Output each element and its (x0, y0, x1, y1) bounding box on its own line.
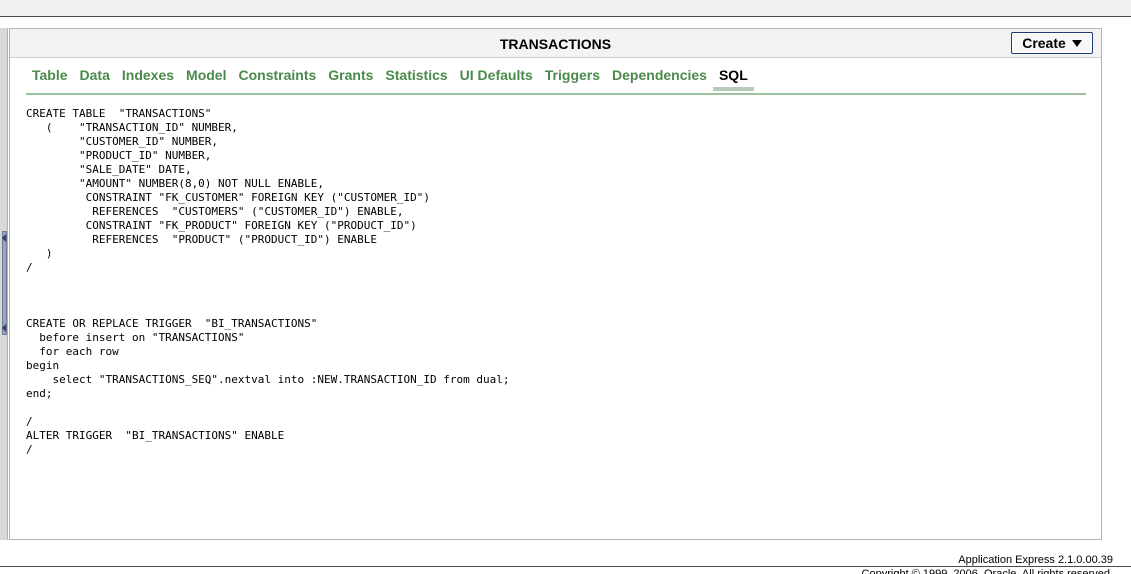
tab-dependencies[interactable]: Dependencies (606, 67, 713, 91)
top-band (0, 0, 1131, 17)
tab-grants[interactable]: Grants (322, 67, 379, 91)
tab-constraints[interactable]: Constraints (232, 67, 322, 91)
tab-statistics[interactable]: Statistics (379, 67, 453, 91)
tab-triggers[interactable]: Triggers (539, 67, 606, 91)
object-details-panel: TRANSACTIONS Create Table Data Indexes M… (9, 28, 1102, 540)
version-text: Application Express 2.1.0.00.39 (958, 554, 1113, 566)
panel-header: TRANSACTIONS Create (10, 29, 1101, 58)
caret-down-icon (1071, 39, 1082, 47)
footer-divider (0, 566, 1131, 567)
collapse-arrow-icon[interactable] (2, 324, 6, 332)
tab-indexes[interactable]: Indexes (116, 67, 180, 91)
collapse-arrow-icon[interactable] (2, 234, 6, 242)
tab-table[interactable]: Table (26, 67, 74, 91)
object-tabs: Table Data Indexes Model Constraints Gra… (26, 67, 1086, 95)
tab-ui-defaults[interactable]: UI Defaults (454, 67, 539, 91)
copyright-text: Copyright © 1999, 2006, Oracle. All righ… (862, 569, 1113, 574)
tab-model[interactable]: Model (180, 67, 232, 91)
sql-code-block: CREATE TABLE "TRANSACTIONS" ( "TRANSACTI… (26, 107, 510, 456)
panel-splitter[interactable] (2, 231, 7, 335)
tab-data[interactable]: Data (74, 67, 116, 91)
create-button-label: Create (1022, 35, 1066, 51)
create-button[interactable]: Create (1011, 32, 1093, 54)
tab-sql[interactable]: SQL (712, 67, 754, 91)
page-title: TRANSACTIONS (499, 36, 612, 52)
